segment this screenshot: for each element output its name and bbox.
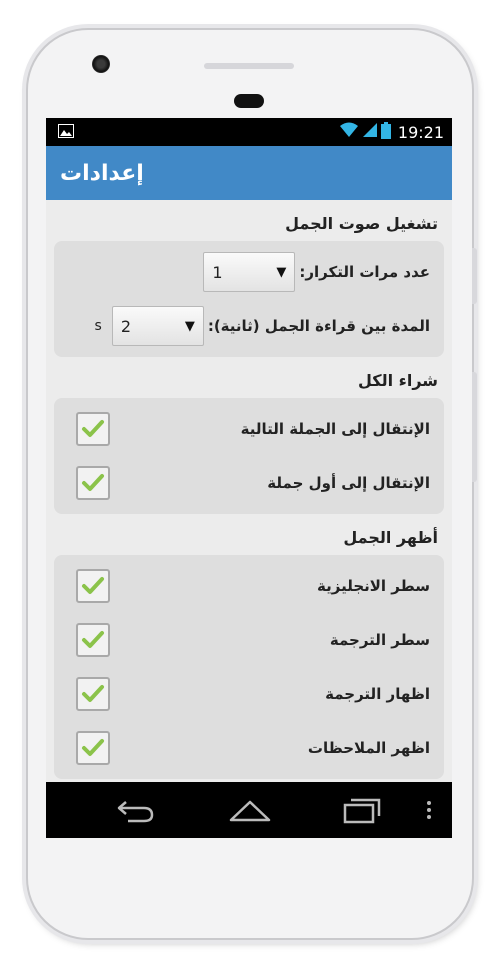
section-title-play: تشغيل صوت الجمل bbox=[285, 214, 438, 233]
repeat-count-spinner[interactable]: 1 ▼ bbox=[203, 252, 296, 292]
buy-settings-card: الإنتقال إلى الجملة التالية الإنتقال إلى… bbox=[54, 398, 444, 514]
interval-value: 2 bbox=[120, 316, 132, 336]
show-notes-label: اظهر الملاحظات bbox=[307, 739, 430, 757]
volume-button bbox=[472, 248, 477, 304]
next-sentence-row[interactable]: الإنتقال إلى الجملة التالية bbox=[54, 402, 444, 456]
repeat-count-label: عدد مرات التكرار: bbox=[299, 263, 430, 281]
show-translation-row[interactable]: اظهار الترجمة bbox=[54, 667, 444, 721]
show-settings-card: سطر الانجليزية سطر الترجمة اظهار الترجمة… bbox=[54, 555, 444, 779]
check-icon bbox=[82, 474, 104, 491]
first-sentence-checkbox[interactable] bbox=[76, 466, 110, 500]
navigation-bar bbox=[46, 782, 452, 838]
check-icon bbox=[82, 739, 104, 756]
app-bar: إعدادات bbox=[46, 146, 452, 200]
english-line-label: سطر الانجليزية bbox=[317, 577, 430, 595]
interval-spinner[interactable]: 2 ▼ bbox=[111, 306, 204, 346]
section-title-buy: شراء الكل bbox=[358, 371, 438, 390]
menu-icon[interactable] bbox=[426, 800, 432, 824]
clock: 19:21 bbox=[397, 122, 444, 142]
english-line-checkbox[interactable] bbox=[76, 569, 110, 603]
power-button bbox=[472, 372, 477, 482]
recents-icon[interactable] bbox=[342, 796, 382, 828]
check-icon bbox=[82, 577, 104, 594]
status-bar: 19:21 bbox=[46, 118, 452, 146]
translation-line-row[interactable]: سطر الترجمة bbox=[54, 613, 444, 667]
back-icon[interactable] bbox=[116, 796, 156, 828]
first-sentence-label: الإنتقال إلى أول جملة bbox=[267, 474, 430, 492]
repeat-count-row: عدد مرات التكرار: 1 ▼ bbox=[54, 245, 444, 299]
image-icon bbox=[58, 123, 74, 142]
settings-list: تشغيل صوت الجمل عدد مرات التكرار: 1 ▼ ال… bbox=[46, 200, 452, 779]
dropdown-arrow-icon: ▼ bbox=[276, 264, 287, 280]
show-translation-label: اظهار الترجمة bbox=[325, 685, 430, 703]
battery-icon bbox=[380, 121, 391, 143]
section-title-show: أظهر الجمل bbox=[343, 528, 438, 547]
signal-icon bbox=[362, 122, 378, 142]
check-icon bbox=[82, 631, 104, 648]
interval-label: المدة بين قراءة الجمل (ثانية): bbox=[207, 317, 430, 335]
show-notes-row[interactable]: اظهر الملاحظات bbox=[54, 721, 444, 775]
english-line-row[interactable]: سطر الانجليزية bbox=[54, 559, 444, 613]
next-sentence-checkbox[interactable] bbox=[76, 412, 110, 446]
status-icons: 19:21 bbox=[339, 121, 444, 143]
show-notes-checkbox[interactable] bbox=[76, 731, 110, 765]
wifi-icon bbox=[339, 122, 359, 142]
interval-unit: s bbox=[94, 318, 102, 334]
home-icon[interactable] bbox=[228, 796, 272, 828]
front-camera bbox=[92, 55, 110, 73]
translation-line-checkbox[interactable] bbox=[76, 623, 110, 657]
translation-line-label: سطر الترجمة bbox=[329, 631, 430, 649]
first-sentence-row[interactable]: الإنتقال إلى أول جملة bbox=[54, 456, 444, 510]
next-sentence-label: الإنتقال إلى الجملة التالية bbox=[240, 420, 430, 438]
show-translation-checkbox[interactable] bbox=[76, 677, 110, 711]
repeat-count-value: 1 bbox=[212, 262, 223, 282]
screen: 19:21 إعدادات تشغيل صوت الجمل عدد مرات ا… bbox=[46, 118, 452, 838]
check-icon bbox=[82, 420, 104, 437]
dropdown-arrow-icon: ▼ bbox=[184, 318, 195, 334]
proximity-sensor bbox=[234, 94, 264, 108]
check-icon bbox=[82, 685, 104, 702]
page-title: إعدادات bbox=[60, 160, 144, 186]
play-settings-card: عدد مرات التكرار: 1 ▼ المدة بين قراءة ال… bbox=[54, 241, 444, 357]
earpiece-speaker bbox=[204, 63, 294, 69]
interval-row: المدة بين قراءة الجمل (ثانية): 2 ▼ s bbox=[54, 299, 444, 353]
